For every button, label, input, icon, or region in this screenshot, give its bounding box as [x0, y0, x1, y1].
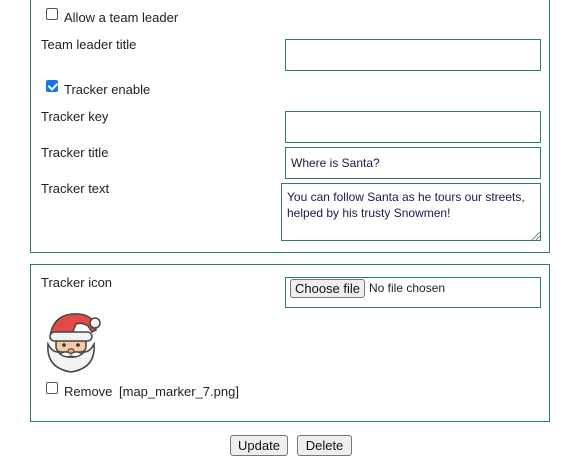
tracker-text-textarea[interactable]: You can follow Santa as he tours our str…: [281, 183, 541, 241]
santa-icon: [47, 313, 101, 373]
tracker-key-label: Tracker key: [41, 109, 109, 124]
current-icon-filename: [map_marker_7.png]: [119, 384, 239, 399]
remove-label: Remove: [64, 384, 113, 399]
no-file-chosen-text: No file chosen: [369, 281, 446, 295]
textarea-resize-handle[interactable]: [532, 232, 540, 240]
tracker-text-wrapper: You can follow Santa as he tours our str…: [281, 183, 541, 241]
allow-team-leader-label: Allow a team leader: [64, 10, 179, 25]
tracker-icon-label: Tracker icon: [41, 275, 113, 290]
tracker-text-label: Tracker text: [41, 181, 110, 196]
tracker-title-label: Tracker title: [41, 145, 109, 160]
tracker-title-input[interactable]: [285, 147, 541, 179]
choose-file-button[interactable]: Choose file: [290, 279, 365, 298]
update-button[interactable]: Update: [230, 435, 288, 456]
team-leader-title-label: Team leader title: [41, 37, 137, 52]
file-input[interactable]: Choose file No file chosen: [285, 277, 541, 308]
tracker-enable-checkbox[interactable]: [46, 80, 58, 92]
remove-icon-checkbox[interactable]: [46, 382, 58, 394]
delete-button[interactable]: Delete: [297, 435, 352, 456]
tracker-key-input[interactable]: [285, 111, 541, 143]
tracker-enable-label: Tracker enable: [64, 82, 151, 97]
allow-team-leader-checkbox[interactable]: [46, 8, 58, 20]
team-leader-title-input[interactable]: [285, 39, 541, 71]
